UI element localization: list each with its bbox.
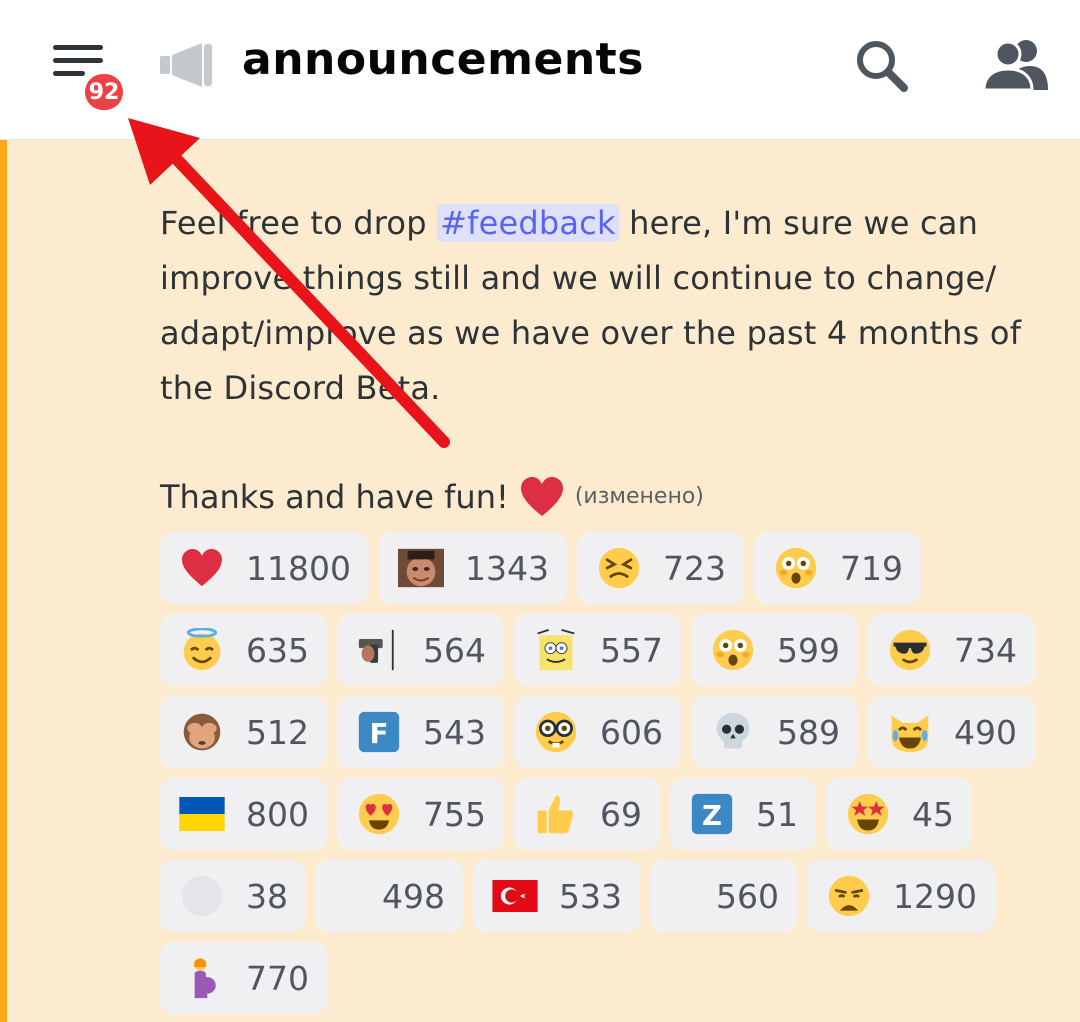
reaction-count: 51 xyxy=(756,794,798,834)
reaction-button[interactable]: 800 xyxy=(160,778,327,850)
tired-face-icon xyxy=(595,544,643,592)
reaction-button[interactable]: 635 xyxy=(160,614,327,686)
svg-text:Z: Z xyxy=(702,800,722,832)
regional-z-icon: Z xyxy=(688,790,736,838)
reaction-button[interactable]: 589 xyxy=(691,696,858,768)
reaction-button[interactable]: 560 xyxy=(650,860,797,932)
see-no-evil-monkey-icon xyxy=(178,708,226,756)
menu-icon-line xyxy=(53,71,85,76)
svg-text:F: F xyxy=(370,718,389,750)
reaction-button[interactable]: 533 xyxy=(473,860,640,932)
reaction-button[interactable]: Z 51 xyxy=(670,778,816,850)
reaction-count: 635 xyxy=(246,630,309,670)
reactions-bar: 11800 1343 723 719 635 564 557 599 734 512 F 543 606… xyxy=(160,532,1060,1022)
message-text: Feel free to drop xyxy=(160,204,438,242)
flushed-face-icon xyxy=(709,626,757,674)
reaction-count: 770 xyxy=(246,958,309,998)
reaction-count: 69 xyxy=(600,794,642,834)
reaction-button[interactable]: 719 xyxy=(753,532,921,604)
custom-spongebob-icon xyxy=(532,626,580,674)
channel-mention-feedback[interactable]: #feedback xyxy=(437,204,619,242)
flag-turkey-icon xyxy=(491,872,539,920)
regional-f-icon: F xyxy=(355,708,403,756)
reaction-count: 38 xyxy=(246,876,288,916)
joy-cat-icon xyxy=(886,708,934,756)
reaction-count: 599 xyxy=(777,630,840,670)
reaction-button[interactable]: F 543 xyxy=(337,696,504,768)
reaction-button[interactable]: 45 xyxy=(826,778,972,850)
reaction-button[interactable]: 606 xyxy=(514,696,681,768)
missing-emoji-icon xyxy=(668,872,696,920)
reaction-count: 498 xyxy=(382,876,445,916)
heart-icon xyxy=(520,477,563,516)
reaction-button[interactable]: 1343 xyxy=(378,532,567,604)
reaction-button[interactable]: 564 xyxy=(337,614,504,686)
pregnant-woman-icon xyxy=(178,954,226,1002)
reaction-count: 1343 xyxy=(464,548,549,588)
reaction-count: 734 xyxy=(954,630,1017,670)
reaction-count: 543 xyxy=(423,712,486,752)
custom-man-face-icon xyxy=(397,544,445,592)
reaction-button[interactable]: 490 xyxy=(868,696,1035,768)
reaction-count: 755 xyxy=(423,794,486,834)
reaction-button[interactable]: 770 xyxy=(160,942,327,1014)
unread-badge: 92 xyxy=(82,71,126,113)
reaction-button[interactable]: 734 xyxy=(868,614,1035,686)
reaction-button[interactable]: 1290 xyxy=(807,860,995,932)
reaction-button[interactable]: 69 xyxy=(514,778,660,850)
reaction-count: 589 xyxy=(777,712,840,752)
heart-icon xyxy=(178,544,226,592)
reaction-button[interactable]: 38 xyxy=(160,860,306,932)
skull-icon xyxy=(709,708,757,756)
channel-header: 92 announcements xyxy=(0,0,1080,140)
custom-pistol-icon xyxy=(355,626,403,674)
reaction-count: 606 xyxy=(600,712,663,752)
megaphone-icon xyxy=(160,43,212,87)
star-struck-icon xyxy=(844,790,892,838)
reaction-count: 533 xyxy=(559,876,622,916)
reaction-count: 11800 xyxy=(246,548,351,588)
flag-ukraine-icon xyxy=(178,790,226,838)
reaction-count: 800 xyxy=(246,794,309,834)
reaction-button[interactable]: 723 xyxy=(576,532,744,604)
missing-emoji-icon xyxy=(334,872,362,920)
reaction-button[interactable]: 11800 xyxy=(160,532,369,604)
weary-face-icon xyxy=(825,872,873,920)
message-content: Feel free to drop #feedback here, I'm su… xyxy=(160,196,1070,416)
flushed-face-icon xyxy=(772,544,820,592)
blank-circle-icon xyxy=(178,872,226,920)
reaction-button[interactable]: 498 xyxy=(316,860,463,932)
reaction-count: 564 xyxy=(423,630,486,670)
message-closing: Thanks and have fun! (изменено) xyxy=(160,472,704,522)
reaction-count: 1290 xyxy=(893,876,977,916)
reaction-count: 490 xyxy=(954,712,1017,752)
halo-face-icon xyxy=(178,626,226,674)
sunglasses-face-icon xyxy=(886,626,934,674)
reaction-button[interactable]: 512 xyxy=(160,696,327,768)
reaction-button[interactable]: 557 xyxy=(514,614,681,686)
menu-icon xyxy=(53,45,103,50)
thumbs-up-icon xyxy=(532,790,580,838)
reaction-button[interactable]: 599 xyxy=(691,614,858,686)
reaction-count: 719 xyxy=(839,548,903,588)
reaction-count: 45 xyxy=(912,794,954,834)
reaction-count: 560 xyxy=(716,876,779,916)
menu-icon-line xyxy=(53,58,103,63)
highlight-accent-bar xyxy=(0,140,7,1022)
reaction-count: 557 xyxy=(600,630,663,670)
reaction-button[interactable]: 755 xyxy=(337,778,504,850)
search-icon[interactable] xyxy=(852,36,912,96)
members-icon[interactable] xyxy=(980,36,1050,92)
edited-label: (изменено) xyxy=(574,484,704,509)
reaction-count: 723 xyxy=(662,548,726,588)
heart-eyes-icon xyxy=(355,790,403,838)
thanks-text: Thanks and have fun! xyxy=(160,478,509,516)
nerd-face-icon xyxy=(532,708,580,756)
channel-title: announcements xyxy=(242,34,644,85)
reaction-count: 512 xyxy=(246,712,309,752)
